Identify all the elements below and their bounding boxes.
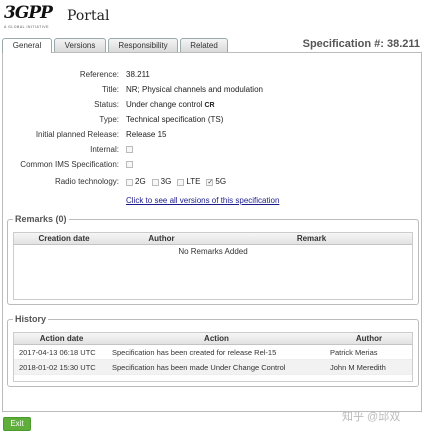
remarks-empty-message: No Remarks Added bbox=[178, 247, 248, 256]
col-action-date[interactable]: Action date bbox=[14, 333, 109, 345]
radio-tech-label: Radio technology: bbox=[54, 177, 119, 186]
status-row: Status: Under change control CR bbox=[3, 99, 423, 111]
col-remark[interactable]: Remark bbox=[209, 233, 414, 245]
history-action: Specification has been made Under Change… bbox=[112, 363, 286, 372]
ims-label: Common IMS Specification: bbox=[20, 160, 119, 169]
logo-tagline: A GLOBAL INITIATIVE bbox=[4, 25, 49, 29]
history-legend: History bbox=[13, 314, 49, 324]
remarks-grid: Creation date Author Remark No Remarks A… bbox=[13, 232, 413, 300]
radio-tech-row: Radio technology: 2G 3G LTE 5G bbox=[3, 176, 423, 189]
history-grid: Action date Action Author 2017-04-13 06:… bbox=[13, 332, 413, 382]
watermark: 知乎 @邱双 bbox=[342, 411, 401, 423]
ims-checkbox[interactable] bbox=[126, 161, 133, 169]
col-creation-date[interactable]: Creation date bbox=[14, 233, 114, 245]
tab-versions[interactable]: Versions bbox=[54, 38, 106, 52]
history-date: 2017-04-13 06:18 UTC bbox=[19, 348, 96, 357]
remarks-header: Creation date Author Remark bbox=[14, 233, 412, 245]
checkbox-lte[interactable] bbox=[177, 178, 185, 186]
label-5g: 5G bbox=[215, 177, 227, 186]
spec-number: Specification #: 38.211 bbox=[302, 38, 420, 50]
label-3g: 3G bbox=[160, 177, 172, 186]
title-value: NR; Physical channels and modulation bbox=[126, 85, 263, 94]
tab-related[interactable]: Related bbox=[180, 38, 228, 52]
tab-general[interactable]: General bbox=[2, 38, 52, 53]
checkbox-2g[interactable] bbox=[126, 178, 133, 186]
ims-row: Common IMS Specification: bbox=[3, 159, 423, 171]
radio-5g[interactable]: 5G bbox=[206, 176, 227, 189]
history-action: Specification has been created for relea… bbox=[112, 348, 277, 357]
tab-bar: General Versions Responsibility Related bbox=[2, 38, 230, 53]
reference-row: Reference: 38.211 bbox=[3, 69, 423, 81]
remarks-legend: Remarks (0) bbox=[13, 214, 69, 224]
type-value: Technical specification (TS) bbox=[126, 115, 224, 124]
label-lte: LTE bbox=[186, 177, 201, 186]
title-label: Title: bbox=[101, 85, 119, 94]
history-date: 2018-01-02 15:30 UTC bbox=[19, 363, 96, 372]
status-value: Under change control bbox=[126, 100, 203, 109]
3gpp-logo[interactable]: 3GPP A GLOBAL INITIATIVE bbox=[4, 3, 60, 33]
all-versions-link[interactable]: Click to see all versions of this specif… bbox=[126, 196, 279, 205]
reference-value: 38.211 bbox=[126, 70, 150, 79]
portal-title: Portal bbox=[67, 8, 110, 24]
internal-checkbox[interactable] bbox=[126, 146, 133, 154]
internal-label: Internal: bbox=[90, 145, 119, 154]
table-row[interactable]: 2017-04-13 06:18 UTC Specification has b… bbox=[14, 345, 412, 360]
type-row: Type: Technical specification (TS) bbox=[3, 114, 423, 126]
title-row: Title: NR; Physical channels and modulat… bbox=[3, 84, 423, 96]
cr-badge: CR bbox=[204, 102, 215, 109]
release-value: Release 15 bbox=[126, 130, 167, 139]
remarks-body: No Remarks Added bbox=[14, 245, 412, 259]
type-label: Type: bbox=[99, 115, 119, 124]
logo-text: 3GPP bbox=[4, 3, 53, 23]
history-body: 2017-04-13 06:18 UTC Specification has b… bbox=[14, 345, 412, 375]
checkbox-3g[interactable] bbox=[151, 178, 159, 186]
history-author: Patrick Merias bbox=[330, 348, 378, 357]
label-2g: 2G bbox=[135, 177, 146, 186]
status-label: Status: bbox=[94, 100, 119, 109]
header: 3GPP A GLOBAL INITIATIVE Portal bbox=[0, 0, 425, 40]
tab-responsibility[interactable]: Responsibility bbox=[108, 38, 178, 52]
release-label: Initial planned Release: bbox=[35, 130, 119, 139]
exit-button[interactable]: Exit bbox=[3, 417, 31, 431]
release-row: Initial planned Release: Release 15 bbox=[3, 129, 423, 141]
history-author: John M Meredith bbox=[330, 363, 386, 372]
remarks-section: Remarks (0) Creation date Author Remark … bbox=[7, 214, 419, 305]
status-value-wrap: Under change control CR bbox=[126, 99, 215, 112]
radio-tech-options: 2G 3G LTE 5G bbox=[126, 176, 232, 189]
radio-lte[interactable]: LTE bbox=[177, 176, 200, 188]
internal-row: Internal: bbox=[3, 144, 423, 156]
table-row[interactable]: 2018-01-02 15:30 UTC Specification has b… bbox=[14, 360, 412, 375]
checkbox-5g[interactable] bbox=[206, 177, 214, 189]
radio-3g[interactable]: 3G bbox=[151, 176, 172, 188]
col-history-author[interactable]: Author bbox=[324, 333, 414, 345]
radio-2g[interactable]: 2G bbox=[126, 176, 146, 188]
history-header: Action date Action Author bbox=[14, 333, 412, 345]
col-author[interactable]: Author bbox=[114, 233, 209, 245]
history-section: History Action date Action Author 2017-0… bbox=[7, 314, 419, 387]
col-action[interactable]: Action bbox=[109, 333, 324, 345]
general-panel: Reference: 38.211 Title: NR; Physical ch… bbox=[2, 52, 422, 412]
reference-label: Reference: bbox=[79, 70, 119, 79]
